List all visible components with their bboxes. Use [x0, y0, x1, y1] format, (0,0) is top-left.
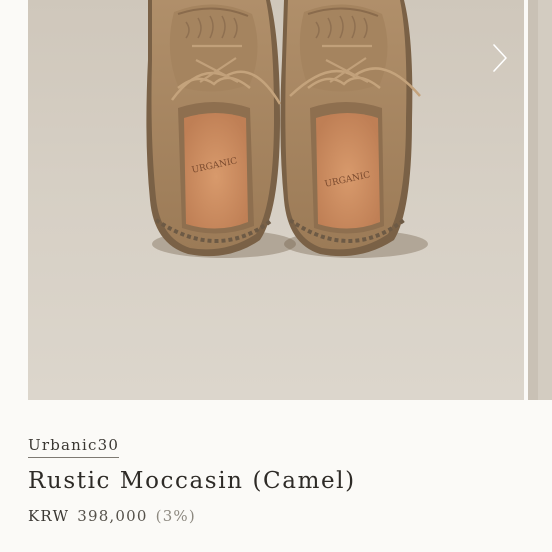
price-row: KRW 398,000 (3%) — [28, 506, 196, 526]
image-carousel[interactable]: URGANIC URGANIC — [0, 0, 552, 400]
price-currency: KRW — [28, 507, 70, 525]
next-slide-preview[interactable] — [528, 0, 552, 400]
product-image[interactable]: URGANIC URGANIC — [28, 0, 524, 400]
price-amount: 398,000 — [77, 507, 148, 525]
chevron-right-icon[interactable] — [484, 40, 516, 76]
product-title: Rustic Moccasin (Camel) — [28, 468, 356, 494]
discount-badge: (3%) — [155, 507, 196, 525]
brand-link[interactable]: Urbanic30 — [28, 436, 120, 458]
product-card: URGANIC URGANIC Urbanic30 Rustic Moccasi… — [0, 0, 552, 552]
